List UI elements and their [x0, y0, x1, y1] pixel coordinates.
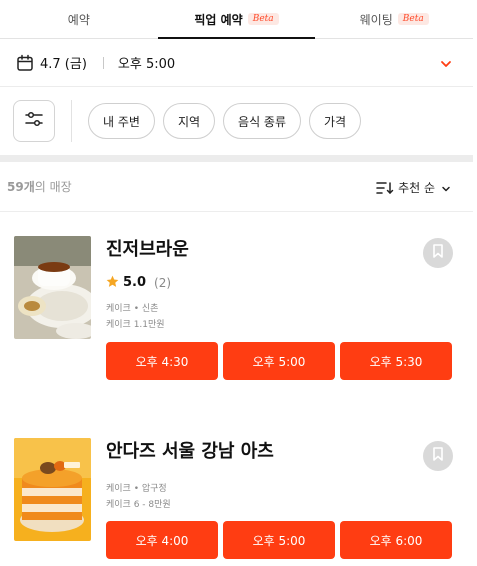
filter-chip-region[interactable]: 지역 — [162, 103, 216, 139]
store-category-area: 케이크 • 신촌 — [106, 304, 159, 314]
store-count: 59개의 매장 — [7, 180, 72, 194]
selected-time: 오후 5:00 — [117, 57, 176, 72]
sort-icon — [376, 181, 394, 195]
filter-settings-button[interactable] — [13, 100, 55, 142]
time-slot-list: 오후 4:30 오후 5:00 오후 5:30 — [106, 342, 452, 380]
time-slot-button[interactable]: 오후 6:00 — [340, 521, 452, 559]
star-icon — [106, 273, 119, 292]
store-card[interactable]: 진저브라운 5.0 (2) 케이크 • 신촌 케이크 1.1만원 오후 4:30… — [0, 212, 473, 412]
chevron-down-icon — [441, 183, 451, 193]
list-header: 59개의 매장 추천 순 — [0, 162, 473, 212]
beta-badge: Beta — [397, 13, 429, 25]
calendar-icon — [16, 54, 34, 72]
time-slot-button[interactable]: 오후 4:00 — [106, 521, 218, 559]
sort-dropdown[interactable]: 추천 순 — [376, 179, 451, 196]
time-slot-button[interactable]: 오후 5:00 — [223, 521, 335, 559]
store-price-info: 케이크 6 - 8만원 — [106, 500, 171, 510]
beta-badge: Beta — [247, 13, 279, 25]
sliders-icon — [24, 111, 44, 131]
filter-row: 내 주변 지역 음식 종류 가격 — [0, 87, 473, 155]
store-photo — [14, 236, 91, 339]
section-divider — [0, 155, 473, 162]
date-time-selector[interactable]: 4.7 (금) 오후 5:00 — [0, 39, 473, 87]
rating-score: 5.0 — [123, 275, 147, 290]
filter-chip-price[interactable]: 가격 — [309, 103, 362, 139]
time-slot-list: 오후 4:00 오후 5:00 오후 6:00 — [106, 521, 452, 559]
store-price-info: 케이크 1.1만원 — [106, 320, 165, 330]
tab-waiting[interactable]: 웨이팅 Beta — [315, 0, 473, 38]
bookmark-button[interactable] — [423, 441, 453, 471]
tab-reservation[interactable]: 예약 — [0, 0, 158, 38]
sort-label: 추천 순 — [398, 181, 435, 195]
tab-label: 웨이팅 — [359, 12, 393, 27]
filter-chip-food-type[interactable]: 음식 종류 — [223, 103, 302, 139]
bookmark-icon — [431, 243, 445, 263]
tab-label: 픽업 예약 — [194, 12, 243, 27]
review-count: (2) — [154, 275, 172, 290]
bookmark-button[interactable] — [423, 238, 453, 268]
store-photo — [14, 438, 91, 541]
time-slot-button[interactable]: 오후 5:00 — [223, 342, 335, 380]
divider — [71, 100, 72, 142]
store-name[interactable]: 진저브라운 — [106, 235, 189, 261]
tab-pickup-reservation[interactable]: 픽업 예약 Beta — [157, 0, 316, 39]
chevron-down-icon[interactable] — [439, 56, 453, 70]
store-name[interactable]: 안다즈 서울 강남 아츠 — [106, 437, 274, 463]
tab-bar: 예약 픽업 예약 Beta 웨이팅 Beta — [0, 0, 473, 39]
store-rating: 5.0 (2) — [106, 273, 171, 292]
divider — [102, 56, 104, 69]
filter-chip-nearby[interactable]: 내 주변 — [88, 103, 155, 139]
selected-date: 4.7 (금) — [40, 57, 87, 72]
store-category-area: 케이크 • 압구정 — [106, 484, 167, 494]
tab-label: 예약 — [67, 12, 90, 27]
time-slot-button[interactable]: 오후 5:30 — [340, 342, 452, 380]
store-card[interactable]: 안다즈 서울 강남 아츠 케이크 • 압구정 케이크 6 - 8만원 오후 4:… — [0, 412, 473, 566]
bookmark-icon — [431, 446, 445, 466]
time-slot-button[interactable]: 오후 4:30 — [106, 342, 218, 380]
